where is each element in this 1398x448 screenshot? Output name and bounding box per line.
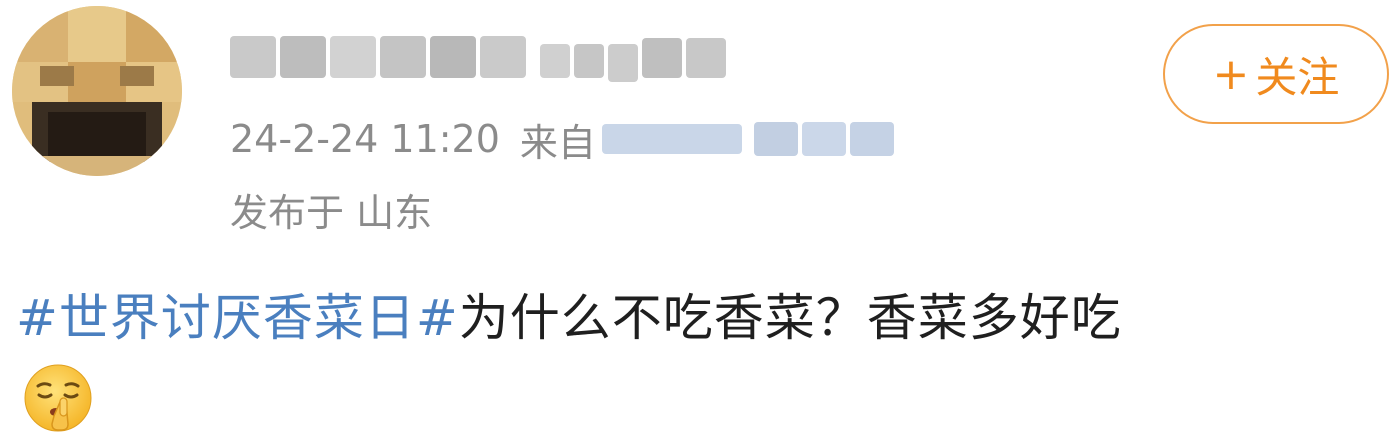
post-body-text: 为什么不吃香菜？香菜多好吃	[458, 289, 1122, 347]
shush-emoji-icon	[22, 362, 94, 434]
source-prefix: 来自	[519, 120, 596, 165]
follow-label: 关注	[1255, 52, 1340, 102]
user-avatar[interactable]	[12, 6, 182, 176]
username-blurred[interactable]	[228, 28, 738, 84]
topic-link[interactable]: #世界讨厌香菜日#	[16, 289, 459, 347]
post-location: 发布于 山东	[230, 191, 433, 235]
device-source-blurred[interactable]	[601, 118, 894, 160]
post-content: #世界讨厌香菜日#为什么不吃香菜？香菜多好吃	[16, 278, 1122, 350]
post-meta: 24-2-24 11:20 来自	[230, 116, 894, 165]
post-timestamp: 24-2-24 11:20	[230, 117, 500, 161]
follow-button[interactable]: + 关注	[1163, 24, 1389, 124]
plus-icon: +	[1212, 48, 1250, 100]
